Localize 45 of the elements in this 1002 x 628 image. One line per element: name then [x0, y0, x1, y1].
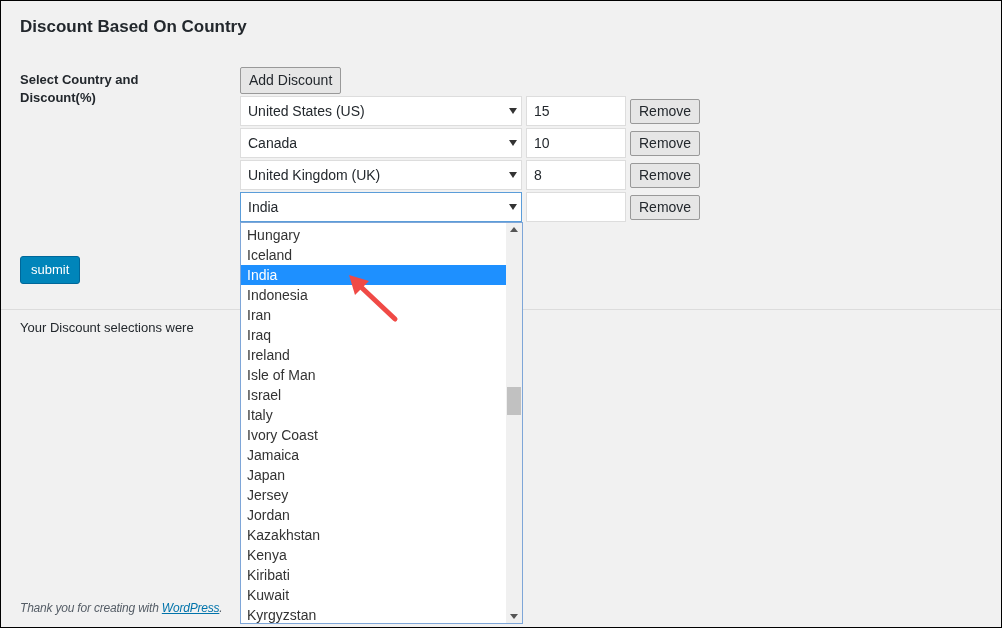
dropdown-option[interactable]: Japan: [241, 465, 506, 485]
dropdown-option[interactable]: Indonesia: [241, 285, 506, 305]
country-select[interactable]: United States (US): [240, 96, 522, 126]
result-text: Your Discount selections were: [20, 319, 194, 337]
field-label: Select Country and Discount(%): [20, 71, 140, 107]
remove-button[interactable]: Remove: [630, 98, 701, 124]
discount-field[interactable]: 10: [526, 128, 626, 158]
scroll-down-icon[interactable]: [510, 614, 518, 619]
discount-field[interactable]: [526, 192, 626, 222]
add-discount-button[interactable]: Add Discount: [240, 67, 342, 94]
dropdown-option[interactable]: Iceland: [241, 245, 506, 265]
dropdown-option[interactable]: Hungary: [241, 225, 506, 245]
dropdown-option[interactable]: Ivory Coast: [241, 425, 506, 445]
dropdown-option[interactable]: Iraq: [241, 325, 506, 345]
scroll-up-icon[interactable]: [510, 227, 518, 232]
country-select[interactable]: United Kingdom (UK): [240, 160, 522, 190]
dropdown-option[interactable]: Kyrgyzstan: [241, 605, 506, 623]
scrollbar[interactable]: [506, 223, 522, 623]
caret-icon: [509, 172, 517, 178]
footer-text: Thank you for creating with WordPress.: [20, 600, 223, 617]
dropdown-option[interactable]: Jamaica: [241, 445, 506, 465]
caret-icon: [509, 108, 517, 114]
caret-icon: [509, 140, 517, 146]
dropdown-option[interactable]: Iran: [241, 305, 506, 325]
dropdown-option[interactable]: Kiribati: [241, 565, 506, 585]
discount-field[interactable]: 8: [526, 160, 626, 190]
remove-button[interactable]: Remove: [630, 194, 701, 220]
dropdown-option[interactable]: Israel: [241, 385, 506, 405]
scrollbar-thumb[interactable]: [507, 387, 521, 415]
dropdown-option[interactable]: Jersey: [241, 485, 506, 505]
page-title: Discount Based On Country: [20, 16, 248, 38]
caret-icon: [509, 204, 517, 210]
remove-button[interactable]: Remove: [630, 162, 701, 188]
dropdown-option[interactable]: Jordan: [241, 505, 506, 525]
dropdown-option[interactable]: Italy: [241, 405, 506, 425]
discount-field[interactable]: 15: [526, 96, 626, 126]
dropdown-option[interactable]: Kuwait: [241, 585, 506, 605]
country-select[interactable]: Canada: [240, 128, 522, 158]
country-select[interactable]: India: [240, 192, 522, 222]
dropdown-option[interactable]: Kazakhstan: [241, 525, 506, 545]
dropdown-option[interactable]: Isle of Man: [241, 365, 506, 385]
submit-button[interactable]: submit: [20, 256, 81, 284]
remove-button[interactable]: Remove: [630, 130, 701, 156]
dropdown-option[interactable]: Kenya: [241, 545, 506, 565]
dropdown-option[interactable]: Ireland: [241, 345, 506, 365]
